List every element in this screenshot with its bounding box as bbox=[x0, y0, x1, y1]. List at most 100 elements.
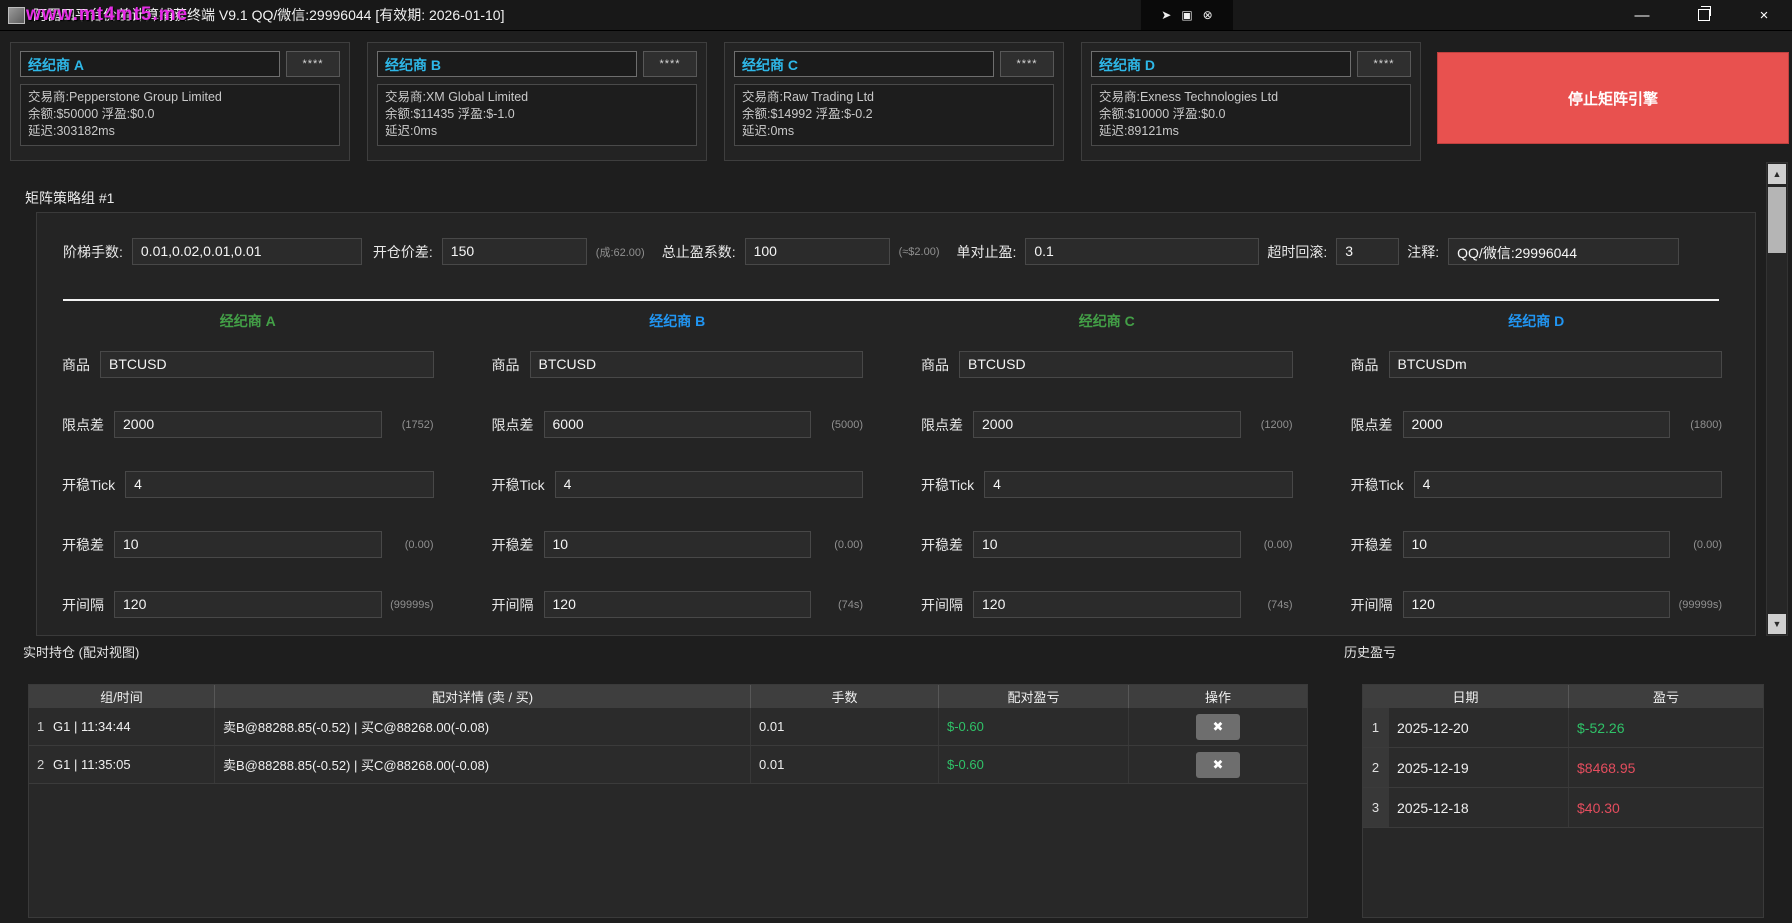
col-group-time: 组/时间 bbox=[29, 685, 215, 708]
a-interval-input[interactable]: 120 bbox=[114, 591, 382, 618]
a-interval-hint: (99999s) bbox=[382, 599, 434, 611]
c-stablediff-input[interactable]: 10 bbox=[973, 531, 1241, 558]
a-ticks-input[interactable]: 4 bbox=[125, 471, 433, 498]
b-symbol-input[interactable]: BTCUSD bbox=[530, 351, 864, 378]
col-pair-pnl: 配对盈亏 bbox=[939, 685, 1129, 708]
c-stablediff-label: 开稳差 bbox=[921, 535, 963, 555]
c-symbol-input[interactable]: BTCUSD bbox=[959, 351, 1293, 378]
history-date: 2025-12-19 bbox=[1389, 748, 1569, 787]
remote-control-toolbar: ➤ ▣ ⊗ bbox=[1141, 0, 1233, 30]
b-maxspread-label: 限点差 bbox=[492, 415, 534, 435]
maximize-button[interactable] bbox=[1680, 0, 1728, 30]
close-button[interactable]: × bbox=[1740, 0, 1788, 30]
row-number: 2 bbox=[1363, 748, 1389, 787]
col-action: 操作 bbox=[1129, 685, 1307, 708]
column-a-header: 经纪商 A bbox=[62, 311, 434, 333]
broker-a-info-box: 交易商:Pepperstone Group Limited 余额:$50000 … bbox=[20, 84, 340, 146]
param-pair-tp-label: 单对止盈: bbox=[956, 242, 1016, 262]
broker-c-dealer: 交易商:Raw Trading Ltd bbox=[742, 89, 1046, 106]
history-section-title: 历史盈亏 bbox=[1344, 642, 1396, 661]
cursor-icon[interactable]: ➤ bbox=[1161, 9, 1171, 21]
broker-d-name-input[interactable]: 经纪商 D bbox=[1091, 51, 1351, 77]
broker-panels-strip: 经纪商 A **** 交易商:Pepperstone Group Limited… bbox=[10, 42, 1421, 161]
d-ticks-label: 开稳Tick bbox=[1351, 475, 1404, 495]
a-maxspread-label: 限点差 bbox=[62, 415, 104, 435]
b-ticks-label: 开稳Tick bbox=[492, 475, 545, 495]
history-pnl: $40.30 bbox=[1569, 788, 1763, 827]
param-comment-input[interactable]: QQ/微信:29996044 bbox=[1448, 238, 1679, 265]
d-symbol-input[interactable]: BTCUSDm bbox=[1389, 351, 1723, 378]
b-interval-label: 开间隔 bbox=[492, 595, 534, 615]
screen-icon[interactable]: ▣ bbox=[1181, 9, 1192, 21]
pair-pnl-value: $-0.60 bbox=[939, 708, 1129, 745]
close-pair-button[interactable]: ✖ bbox=[1196, 714, 1240, 740]
broker-a-name-input[interactable]: 经纪商 A bbox=[20, 51, 280, 77]
pair-detail-value: 卖B@88288.85(-0.52) | 买C@88268.00(-0.08) bbox=[215, 746, 751, 783]
a-symbol-input[interactable]: BTCUSD bbox=[100, 351, 434, 378]
b-ticks-input[interactable]: 4 bbox=[555, 471, 863, 498]
a-stablediff-input[interactable]: 10 bbox=[114, 531, 382, 558]
d-maxspread-input[interactable]: 2000 bbox=[1403, 411, 1671, 438]
stop-icon[interactable]: ⊗ bbox=[1203, 9, 1213, 21]
d-interval-input[interactable]: 120 bbox=[1403, 591, 1671, 618]
minimize-button[interactable]: — bbox=[1618, 0, 1666, 30]
c-ticks-input[interactable]: 4 bbox=[984, 471, 1292, 498]
lots-value: 0.01 bbox=[751, 708, 939, 745]
broker-b-dealer: 交易商:XM Global Limited bbox=[385, 89, 689, 106]
history-row-2: 2 2025-12-19 $8468.95 bbox=[1363, 748, 1763, 788]
history-row-1: 1 2025-12-20 $-52.26 bbox=[1363, 708, 1763, 748]
positions-section-title: 实时持仓 (配对视图) bbox=[23, 642, 139, 661]
broker-d-balance: 余额:$10000 浮盈:$0.0 bbox=[1099, 106, 1403, 123]
d-ticks-input[interactable]: 4 bbox=[1414, 471, 1722, 498]
broker-c-name-input[interactable]: 经纪商 C bbox=[734, 51, 994, 77]
column-c-header: 经纪商 C bbox=[921, 311, 1293, 333]
positions-table: 组/时间 配对详情 (卖 / 买) 手数 配对盈亏 操作 1G1 | 11:34… bbox=[28, 684, 1308, 918]
b-stablediff-input[interactable]: 10 bbox=[544, 531, 812, 558]
history-date: 2025-12-18 bbox=[1389, 788, 1569, 827]
positions-table-header: 组/时间 配对详情 (卖 / 买) 手数 配对盈亏 操作 bbox=[29, 685, 1307, 708]
d-stablediff-input[interactable]: 10 bbox=[1403, 531, 1671, 558]
b-interval-input[interactable]: 120 bbox=[544, 591, 812, 618]
c-maxspread-hint: (1200) bbox=[1241, 419, 1293, 431]
scroll-up-icon[interactable]: ▲ bbox=[1768, 164, 1786, 184]
broker-d-password-button[interactable]: **** bbox=[1357, 51, 1411, 77]
vertical-scrollbar[interactable]: ▲ ▼ bbox=[1766, 162, 1788, 636]
c-symbol-label: 商品 bbox=[921, 355, 949, 375]
broker-panel-b: 经纪商 B **** 交易商:XM Global Limited 余额:$114… bbox=[367, 42, 707, 161]
scrollbar-thumb[interactable] bbox=[1768, 187, 1786, 253]
stop-matrix-engine-button[interactable]: 停止矩阵引擎 bbox=[1437, 52, 1789, 144]
param-comment-label: 注释: bbox=[1407, 242, 1439, 262]
broker-b-name-input[interactable]: 经纪商 B bbox=[377, 51, 637, 77]
history-table-header: 日期 盈亏 bbox=[1363, 685, 1763, 708]
a-interval-label: 开间隔 bbox=[62, 595, 104, 615]
close-pair-button[interactable]: ✖ bbox=[1196, 752, 1240, 778]
a-maxspread-input[interactable]: 2000 bbox=[114, 411, 382, 438]
param-pair-tp-input[interactable]: 0.1 bbox=[1025, 238, 1259, 265]
broker-a-password-button[interactable]: **** bbox=[286, 51, 340, 77]
broker-b-balance: 余额:$11435 浮盈:$-1.0 bbox=[385, 106, 689, 123]
c-maxspread-input[interactable]: 2000 bbox=[973, 411, 1241, 438]
scroll-down-icon[interactable]: ▼ bbox=[1768, 614, 1786, 634]
broker-c-password-button[interactable]: **** bbox=[1000, 51, 1054, 77]
broker-b-password-button[interactable]: **** bbox=[643, 51, 697, 77]
broker-b-info-box: 交易商:XM Global Limited 余额:$11435 浮盈:$-1.0… bbox=[377, 84, 697, 146]
row-number: 3 bbox=[1363, 788, 1389, 827]
history-pnl: $-52.26 bbox=[1569, 708, 1763, 747]
param-ladder-lots-input[interactable]: 0.01,0.02,0.01,0.01 bbox=[132, 238, 362, 265]
param-open-spread-input[interactable]: 150 bbox=[442, 238, 587, 265]
a-stablediff-label: 开稳差 bbox=[62, 535, 104, 555]
broker-a-dealer: 交易商:Pepperstone Group Limited bbox=[28, 89, 332, 106]
param-tp-factor-input[interactable]: 100 bbox=[745, 238, 890, 265]
broker-panel-d: 经纪商 D **** 交易商:Exness Technologies Ltd 余… bbox=[1081, 42, 1421, 161]
d-stablediff-label: 开稳差 bbox=[1351, 535, 1393, 555]
column-broker-c: 经纪商 C 商品BTCUSD 限点差2000(1200) 开稳Tick4 开稳差… bbox=[921, 311, 1293, 651]
broker-a-balance: 余额:$50000 浮盈:$0.0 bbox=[28, 106, 332, 123]
b-maxspread-input[interactable]: 6000 bbox=[544, 411, 812, 438]
broker-columns-grid: 经纪商 A 商品BTCUSD 限点差2000(1752) 开稳Tick4 开稳差… bbox=[62, 311, 1722, 651]
c-interval-input[interactable]: 120 bbox=[973, 591, 1241, 618]
col-date: 日期 bbox=[1363, 685, 1569, 708]
column-broker-d: 经纪商 D 商品BTCUSDm 限点差2000(1800) 开稳Tick4 开稳… bbox=[1351, 311, 1723, 651]
group-time-value: G1 | 11:35:05 bbox=[53, 757, 131, 772]
param-timeout-rollback-input[interactable]: 3 bbox=[1336, 238, 1399, 265]
a-maxspread-hint: (1752) bbox=[382, 419, 434, 431]
